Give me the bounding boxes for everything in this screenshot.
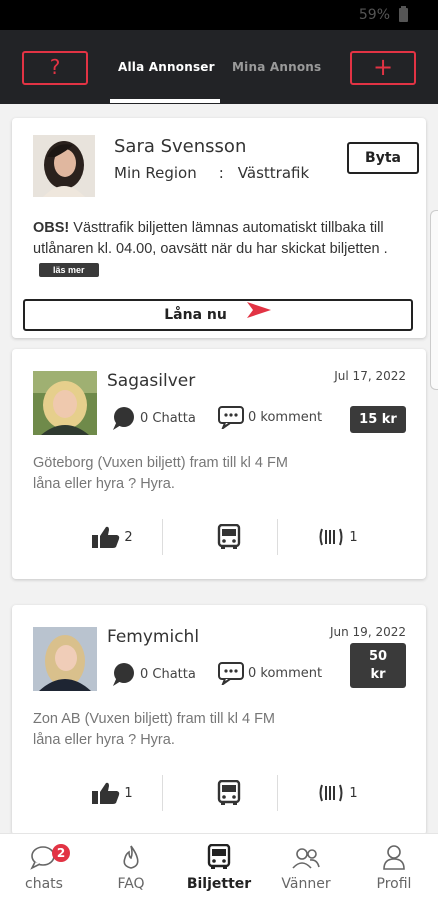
ad-card[interactable]: Femymichl Jun 19, 2022 0 Chatta 0 kommen… — [12, 605, 426, 835]
nav-profile[interactable]: Profil — [354, 842, 434, 892]
switch-region-button[interactable]: Byta — [347, 142, 419, 174]
card-button[interactable]: 1 — [288, 773, 388, 813]
flame-icon — [123, 845, 139, 869]
card-count: 1 — [349, 529, 358, 545]
region-value: Västtrafik — [237, 164, 310, 182]
comment-link[interactable]: 0 komment — [217, 661, 322, 685]
bus-icon — [217, 524, 241, 549]
chat-count: 0 Chatta — [140, 666, 196, 682]
comment-link[interactable]: 0 komment — [217, 405, 322, 429]
region-label: Min Region — [114, 164, 197, 182]
ad-username[interactable]: Sagasilver — [107, 371, 195, 391]
comment-count: 0 komment — [248, 665, 323, 681]
ad-description-line: låna eller hyra ? Hyra. — [33, 476, 175, 492]
comment-count: 0 komment — [248, 409, 323, 425]
tab-my-ads[interactable]: Mina Annons — [232, 60, 321, 74]
ad-card[interactable]: Sagasilver Jul 17, 2022 0 Chatta 0 komme… — [12, 349, 426, 579]
active-tab-indicator — [110, 99, 220, 103]
unread-badge: 2 — [52, 844, 70, 862]
price-badge: 15 kr — [350, 406, 406, 433]
comment-icon — [218, 406, 244, 429]
profile-icon — [383, 845, 405, 870]
bus-icon — [217, 780, 241, 805]
region-separator: : — [218, 164, 224, 182]
app-header: ? Alla Annonser Mina Annons + — [0, 30, 438, 104]
bus-button[interactable] — [172, 773, 286, 813]
ad-description-line: Zon AB (Vuxen biljett) fram till kl 4 FM — [33, 711, 276, 727]
nav-friends[interactable]: Vänner — [266, 842, 346, 892]
like-button[interactable]: 2 — [62, 517, 162, 557]
status-bar: 59% — [0, 0, 438, 30]
contactless-card-icon — [319, 784, 343, 802]
bottom-nav: 2 chats FAQ Biljetter Vänner Profil — [0, 833, 438, 900]
nav-label: chats — [25, 876, 63, 892]
action-divider — [277, 775, 278, 811]
borrow-now-button[interactable]: Låna nu — [23, 299, 413, 331]
card-count: 1 — [349, 785, 358, 801]
like-count: 2 — [124, 529, 133, 545]
profile-name: Sara Svensson — [114, 136, 247, 157]
ad-description: Göteborg (Vuxen biljett) fram till kl 4 … — [33, 453, 403, 495]
chat-bubble-icon — [113, 663, 134, 686]
price-badge: 50 kr — [350, 643, 406, 688]
nav-label: Biljetter — [186, 876, 252, 892]
contactless-card-icon — [319, 528, 343, 546]
like-button[interactable]: 1 — [62, 773, 162, 813]
notice-bold: OBS! — [33, 220, 70, 236]
nav-label: Profil — [376, 876, 412, 892]
read-more-button[interactable]: läs mer — [39, 263, 99, 278]
tab-all-ads[interactable]: Alla Annonser — [118, 60, 215, 74]
ad-username[interactable]: Femymichl — [107, 627, 199, 647]
nav-label: Vänner — [281, 876, 331, 892]
action-divider — [162, 775, 163, 811]
nav-faq[interactable]: FAQ — [91, 842, 171, 892]
ad-avatar[interactable] — [33, 371, 97, 435]
profile-region: Min Region: Västtrafik — [114, 164, 309, 182]
nav-chats[interactable]: 2 chats — [4, 842, 84, 892]
action-divider — [162, 519, 163, 555]
ad-description: Zon AB (Vuxen biljett) fram till kl 4 FM… — [33, 709, 403, 751]
battery-icon — [399, 6, 408, 22]
card-button[interactable]: 1 — [288, 517, 388, 557]
notice-body: Västtrafik biljetten lämnas automatiskt … — [33, 220, 388, 257]
ad-actions: 1 1 — [12, 773, 426, 813]
ad-description-line: Göteborg (Vuxen biljett) fram till kl 4 … — [33, 455, 288, 471]
scroll-handle[interactable] — [430, 210, 438, 390]
add-ad-button[interactable]: + — [350, 51, 416, 85]
borrow-now-label: Låna nu — [164, 307, 227, 323]
ad-date: Jun 19, 2022 — [329, 625, 406, 639]
like-count: 1 — [124, 785, 133, 801]
bus-icon — [207, 844, 231, 869]
nav-label: FAQ — [117, 876, 145, 892]
action-divider — [277, 519, 278, 555]
ad-avatar[interactable] — [33, 627, 97, 691]
thumbs-up-icon — [92, 526, 120, 548]
ad-date: Jul 17, 2022 — [334, 369, 406, 383]
nav-tickets[interactable]: Biljetter — [179, 842, 259, 892]
comment-icon — [218, 662, 244, 685]
ad-description-line: låna eller hyra ? Hyra. — [33, 732, 175, 748]
help-button[interactable]: ? — [22, 51, 88, 85]
battery-level: 59% — [358, 7, 390, 23]
notice-text: OBS! Västtrafik biljetten lämnas automat… — [33, 218, 401, 281]
chat-count: 0 Chatta — [140, 410, 196, 426]
bus-button[interactable] — [172, 517, 286, 557]
send-arrow-icon — [246, 301, 272, 329]
chat-link[interactable]: 0 Chatta — [109, 405, 196, 431]
ad-actions: 2 1 — [12, 517, 426, 557]
thumbs-up-icon — [92, 782, 120, 804]
profile-avatar[interactable] — [33, 135, 95, 197]
chat-link[interactable]: 0 Chatta — [109, 661, 196, 687]
friends-icon — [292, 848, 320, 869]
profile-card: Sara Svensson Min Region: Västtrafik Byta… — [12, 118, 426, 338]
chat-bubble-icon — [113, 407, 134, 430]
